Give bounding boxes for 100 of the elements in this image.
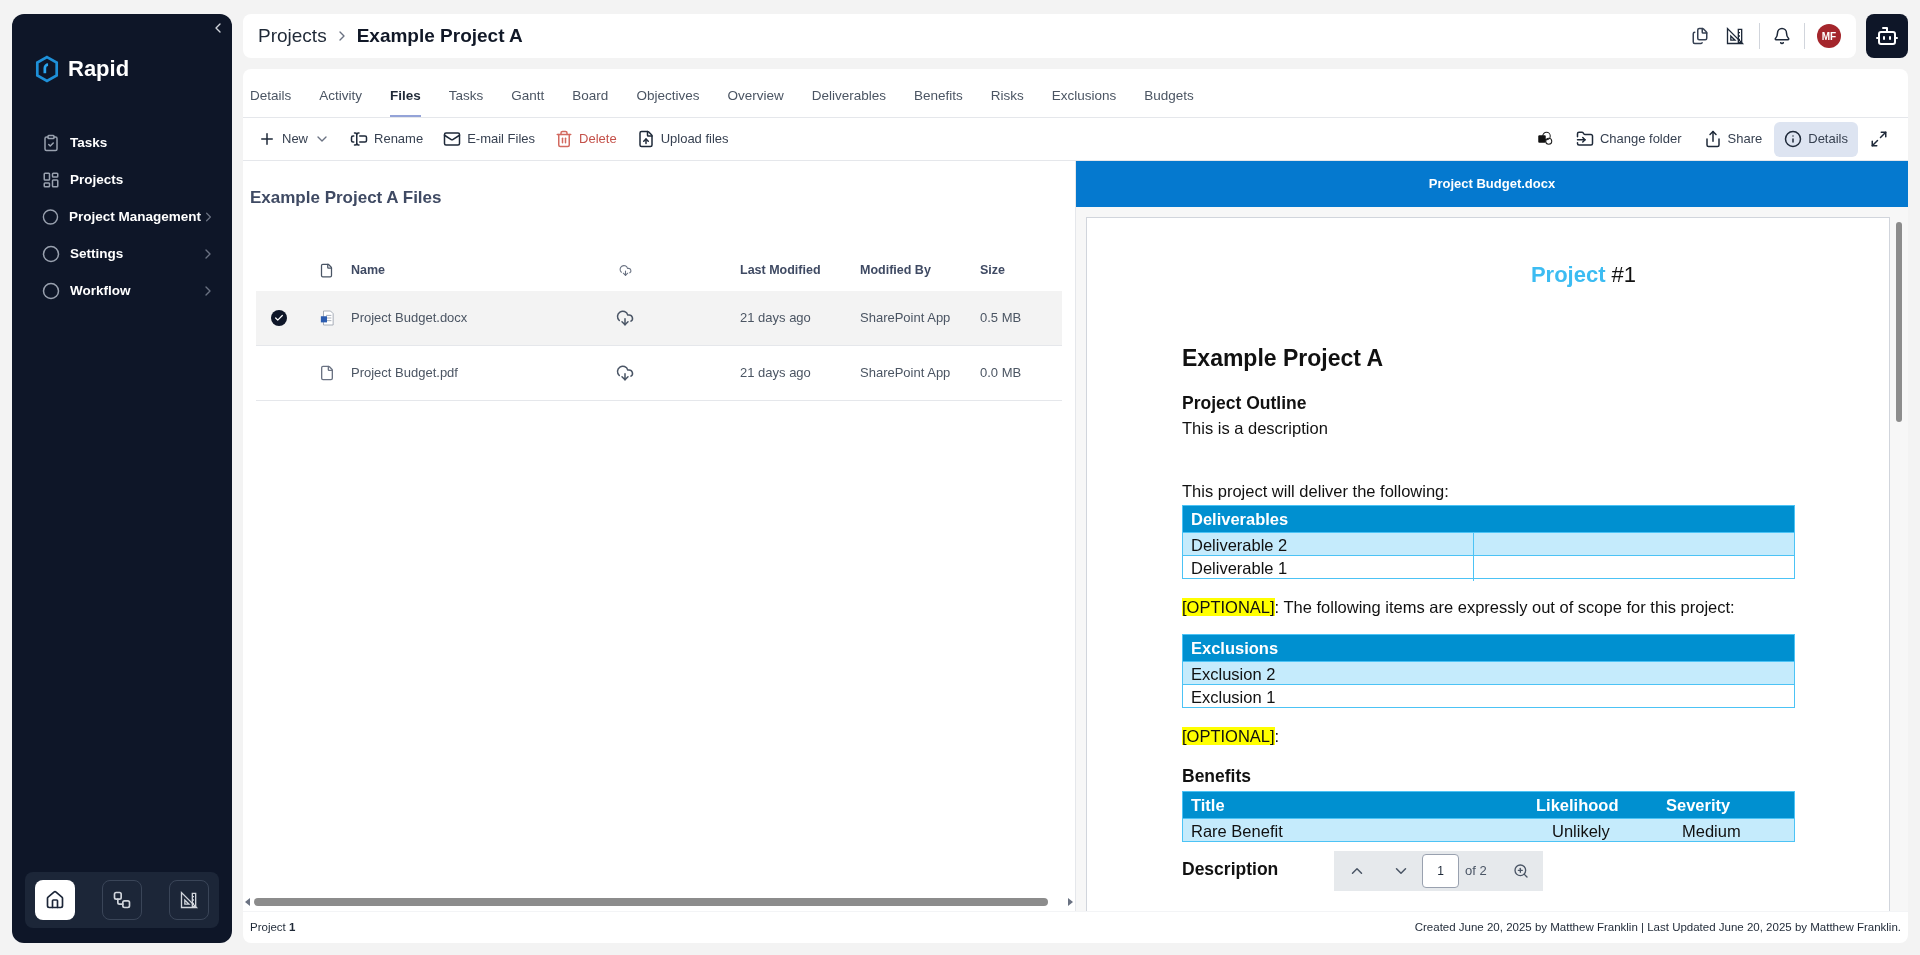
document-text: This is a description (1182, 417, 1328, 439)
document-text: [OPTIONAL]: (1182, 726, 1280, 747)
tab[interactable]: Objectives (636, 77, 700, 117)
breadcrumb-link[interactable]: Projects (258, 21, 327, 51)
tab[interactable]: Benefits (913, 77, 963, 117)
sidebar-item[interactable]: Workflow (42, 279, 202, 303)
toolbar-button[interactable]: Details (1774, 121, 1858, 157)
tab[interactable]: Budgets (1144, 77, 1194, 117)
tab[interactable]: Board (572, 77, 609, 117)
file-row[interactable]: Project Budget.docx 21 days ago SharePoint App 0.5 MB (256, 290, 1062, 346)
sidebar-item[interactable]: Project Management (42, 205, 202, 229)
text-cursor-icon (350, 130, 368, 148)
tab[interactable]: Overview (727, 77, 784, 117)
page-number-field[interactable]: 1 (1422, 854, 1459, 888)
copy-icon[interactable] (1691, 27, 1709, 45)
tab[interactable]: Activity (319, 77, 363, 117)
document-number: #1 (1611, 262, 1637, 287)
word-document-icon (319, 309, 334, 326)
files-title: Example Project A Files (249, 187, 443, 209)
tab[interactable]: Details (250, 77, 292, 117)
file-name[interactable]: Project Budget.pdf (351, 362, 596, 383)
circle-icon (42, 208, 59, 226)
logo-text: Rapid (68, 55, 130, 83)
column-header[interactable]: Modified By (860, 261, 980, 280)
tab[interactable]: Exclusions (1051, 77, 1117, 117)
modified-by: SharePoint App (860, 363, 952, 382)
quick-launch-button[interactable] (169, 880, 209, 920)
toolbar-button[interactable]: Delete (550, 123, 622, 155)
toolbar-button[interactable]: Share (1693, 121, 1773, 157)
tab[interactable]: Risks (990, 77, 1024, 117)
file-icon (318, 364, 335, 381)
cloud-download-icon[interactable] (616, 363, 634, 382)
column-header[interactable]: Name (351, 261, 596, 280)
footer-audit-text: Created June 20, 2025 by Matthew Franklin | Last Updated June 20, 2025 by Matthew Franklin. (1414, 919, 1901, 935)
tab[interactable]: Gantt (511, 77, 545, 117)
document-title: Example Project A (1182, 344, 1384, 373)
table-header-cell-text: Likelihood (1536, 794, 1619, 816)
page-total: of 2 (1465, 862, 1487, 881)
bell-icon[interactable] (1773, 27, 1791, 45)
tab[interactable]: Deliverables (811, 77, 886, 117)
breadcrumb-current: Example Project A (356, 23, 523, 48)
plus-icon (258, 130, 276, 148)
file-row[interactable]: Project Budget.pdf 21 days ago SharePoint App 0.0 MB (256, 345, 1062, 401)
toolbar-button[interactable]: Upload files (631, 123, 734, 155)
folder-icon (1575, 130, 1594, 148)
info-icon (1784, 130, 1803, 148)
tab[interactable]: Files (390, 77, 421, 117)
sidebar-item[interactable]: Projects (42, 168, 202, 192)
table-header-cell-text: Severity (1666, 794, 1731, 816)
robot-icon (1875, 24, 1899, 48)
document-label: Project (1530, 262, 1606, 287)
share-icon (1703, 130, 1722, 148)
table-cell-text: Unlikely (1551, 821, 1611, 842)
column-header[interactable]: Size (980, 261, 1062, 280)
clipboard-icon (42, 134, 60, 152)
modified-date: 21 days ago (740, 308, 812, 327)
toolbar-button[interactable]: E-mail Files (438, 123, 541, 155)
ruler-triangle-icon (179, 890, 199, 910)
ruler-triangle-icon[interactable] (1725, 26, 1745, 46)
table-header-cell-text: Exclusions (1191, 637, 1279, 659)
document-heading: Benefits (1182, 764, 1252, 788)
toolbar-button[interactable]: New (253, 123, 335, 155)
table-header-cell-text: Deliverables (1191, 508, 1289, 530)
board-icon (42, 171, 60, 189)
file-upload-icon (636, 130, 655, 148)
file-name[interactable]: Project Budget.docx (351, 307, 596, 328)
cloud-download-icon[interactable] (616, 308, 634, 327)
user-avatar[interactable]: MF (1817, 24, 1841, 48)
table-header-cell-text: Title (1191, 794, 1225, 816)
expand-icon (1870, 130, 1888, 148)
footer-project: Project 1 (250, 919, 296, 935)
toolbar-button[interactable]: Change folder (1565, 121, 1692, 157)
quick-launch-button[interactable] (102, 880, 142, 920)
sharepoint-icon (1535, 130, 1554, 148)
assistant-button[interactable] (1866, 14, 1908, 58)
sidebar-item[interactable]: Settings (42, 242, 202, 266)
zoom-in-icon[interactable] (1512, 863, 1529, 879)
document-heading: Description (1182, 858, 1279, 881)
sidebar-item[interactable]: Tasks (42, 131, 202, 155)
table-cell-text: Rare Benefit (1190, 821, 1284, 842)
mail-icon (443, 130, 462, 148)
document-text: This project will deliver the following: (1182, 480, 1449, 502)
circle-icon (42, 245, 60, 263)
table-cell-text: Exclusion 1 (1190, 687, 1277, 708)
file-size: 0.5 MB (980, 308, 1023, 327)
quick-launch-button[interactable] (35, 880, 75, 920)
modified-by: SharePoint App (860, 308, 952, 327)
home-icon (45, 890, 65, 910)
workflow-icon (112, 890, 132, 910)
file-size: 0.0 MB (980, 363, 1023, 382)
table-cell-text: Deliverable 1 (1190, 558, 1289, 580)
tab[interactable]: Tasks (448, 77, 484, 117)
toolbar-button[interactable]: Rename (345, 123, 429, 155)
cloud-download-icon (619, 264, 632, 277)
table-cell-text: Medium (1681, 821, 1742, 842)
circle-icon (42, 282, 60, 300)
table-cell-text: Exclusion 2 (1190, 664, 1277, 685)
file-type-icon (319, 263, 334, 278)
column-header[interactable]: Last Modified (740, 261, 860, 280)
checked-icon[interactable] (271, 309, 287, 326)
